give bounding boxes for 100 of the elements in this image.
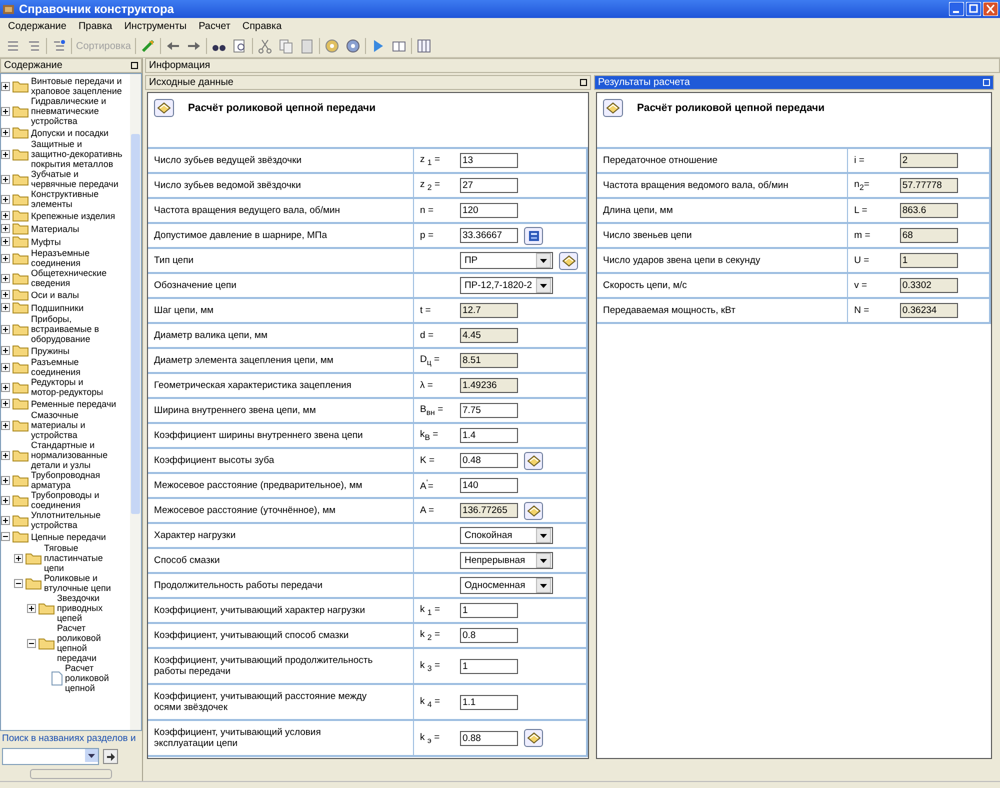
expand-icon[interactable] [1,150,10,158]
output-field[interactable]: 863.6 [900,203,958,218]
tree-item[interactable]: Конструктивные элементы [31,189,99,209]
expand-icon[interactable] [1,324,10,334]
collapse-icon[interactable] [1,532,10,541]
expand-icon[interactable] [14,554,23,562]
expand-icon[interactable] [1,194,10,204]
minimize-icon[interactable] [949,2,964,16]
output-field[interactable]: 1 [900,253,958,268]
output-field[interactable]: 2 [900,153,958,168]
reference-button[interactable] [154,99,174,117]
dropdown[interactable]: Односменная [460,577,554,594]
expand-icon[interactable] [1,420,10,430]
dropdown[interactable]: Спокойная [460,527,554,544]
input-field[interactable]: 7.75 [460,403,518,418]
input-field[interactable]: 33.36667 [460,228,518,243]
expand-icon[interactable] [1,128,10,137]
expand-icon[interactable] [1,303,10,312]
search-field[interactable] [2,748,99,765]
output-field[interactable]: 57.77778 [900,178,958,193]
maximize-icon[interactable] [580,79,587,86]
tree-item[interactable]: Муфты [31,236,61,246]
close-icon[interactable] [983,2,998,16]
tree-item[interactable]: Тяговые пластинчатые цепи [44,543,103,573]
expand-icon[interactable] [1,516,10,524]
tree-item[interactable]: Редукторы и мотор-редукторы [31,377,104,397]
reference-button[interactable] [559,252,578,270]
tree-item[interactable]: Зубчатые и червячные передачи [31,169,118,189]
calculator-button[interactable] [524,226,544,244]
input-field[interactable]: 1.4 [460,428,518,443]
output-field[interactable]: 12.7 [460,303,518,318]
tree-item[interactable]: Уплотнительные устройства [31,510,101,530]
collapse-icon[interactable] [14,578,23,588]
input-field[interactable]: 120 [460,203,518,218]
dropdown[interactable]: Непрерывная [460,552,554,569]
expand-icon[interactable] [1,237,10,246]
output-field[interactable]: 0.3302 [900,278,958,293]
reference-button[interactable] [524,729,544,747]
input-field[interactable]: 0.48 [460,453,518,468]
dropdown[interactable]: ПР-12,7-1820-2 [460,277,554,294]
tree-item[interactable]: Трубопроводы и соединения [31,490,100,510]
go-button[interactable] [103,749,118,764]
tree-item[interactable]: Цепные передачи [31,532,106,542]
tree-item[interactable]: Материалы [31,224,80,234]
expand-icon[interactable] [27,604,36,612]
cut-icon[interactable] [256,37,274,55]
expand-icon[interactable] [1,450,10,460]
input-field[interactable]: 140 [460,478,518,493]
tree-item[interactable]: Подшипники [31,302,84,312]
tree-item[interactable]: Расчет роликовой цепной передачи [57,623,101,663]
tree-item[interactable]: Винтовые передачи и храповое зацепление [31,76,122,96]
expand-icon[interactable] [1,476,10,484]
expand-icon[interactable] [1,362,10,372]
tree-item[interactable]: Звездочки приводных цепей [57,593,103,623]
tree-item[interactable]: Неразъемные соединения [31,248,90,268]
input-field[interactable]: 13 [460,153,518,168]
expand-icon[interactable] [1,82,10,90]
tree-item[interactable]: Крепежные изделия [31,210,116,220]
expand-icon[interactable] [1,346,10,355]
menu-item[interactable]: Расчет [192,21,236,32]
splitter-grip[interactable] [30,769,112,779]
tree-item[interactable]: Оси и валы [31,290,79,300]
input-field[interactable]: 0.88 [460,730,518,746]
output-field[interactable]: 136.77265 [460,503,518,518]
menu-item[interactable]: Содержание [2,21,72,32]
tree-item[interactable]: Допуски и посадки [31,128,109,138]
tree-item[interactable]: Роликовые и втулочные цепи [44,573,111,593]
columns-icon[interactable] [414,37,433,55]
reference-button[interactable] [603,99,623,117]
dropdown[interactable]: ПР [460,252,554,269]
input-field[interactable]: 1.1 [460,694,518,710]
menu-item[interactable]: Инструменты [118,21,193,32]
input-field[interactable]: 1 [460,603,518,618]
output-field[interactable]: 0.36234 [900,303,958,318]
collapse-icon[interactable] [27,638,36,648]
expand-icon[interactable] [1,174,10,184]
output-field[interactable]: 8.51 [460,353,518,368]
reference-button[interactable] [524,502,544,520]
expand-icon[interactable] [1,274,10,282]
tree-item[interactable]: Стандартные и нормализованные детали и узлы [31,440,108,470]
tree-item[interactable]: Пружины [31,346,70,356]
menu-item[interactable]: Правка [72,21,118,32]
expand-icon[interactable] [1,382,10,392]
expand-icon[interactable] [1,106,10,116]
input-field[interactable]: 0.8 [460,628,518,643]
tree-item[interactable]: Разъемные соединения [31,357,81,377]
expand-icon[interactable] [1,254,10,262]
expand-icon[interactable] [1,290,10,299]
search-link[interactable]: Поиск в названиях разделов и [0,731,142,746]
tree-item[interactable]: Трубопроводная арматура [31,470,100,490]
tree-item[interactable]: Приборы, встраиваемые в оборудование [31,314,99,344]
tree-item[interactable]: Смазочные материалы и устройства [31,410,86,440]
input-field[interactable]: 27 [460,178,518,193]
expand-icon[interactable] [1,399,10,408]
expand-icon[interactable] [1,211,10,220]
maximize-icon[interactable] [131,62,138,69]
scrollbar[interactable] [130,74,141,730]
tree-item[interactable]: Ременные передачи [31,398,116,408]
output-field[interactable]: 1.49236 [460,378,518,393]
output-field[interactable]: 68 [900,228,958,243]
